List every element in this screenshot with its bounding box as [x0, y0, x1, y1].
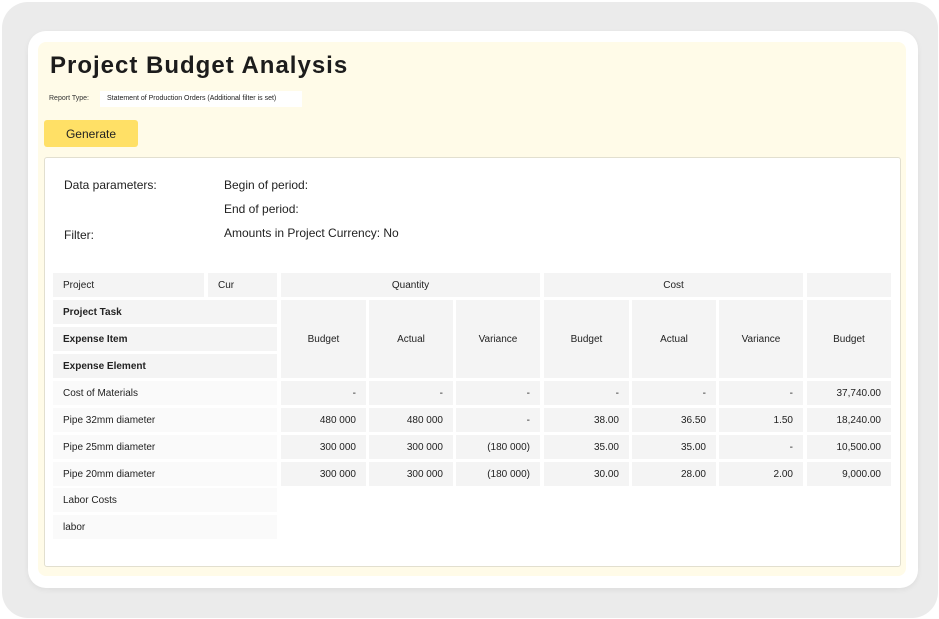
header-currency: Cur — [208, 273, 277, 297]
cell-cost-variance: 2.00 — [719, 462, 803, 486]
page-title: Project Budget Analysis — [50, 52, 349, 79]
cell-cost-budget: 30.00 — [544, 462, 629, 486]
cell-total-budget: 37,740.00 — [807, 381, 891, 405]
header-cost-budget: Budget — [544, 300, 629, 378]
cell-total-budget: 18,240.00 — [807, 408, 891, 432]
row-label: Pipe 32mm diameter — [53, 408, 277, 432]
cell-quantity-actual: 480 000 — [369, 408, 453, 432]
cell-cost-budget: 35.00 — [544, 435, 629, 459]
header-cost-variance: Variance — [719, 300, 803, 378]
cell-quantity-variance: - — [456, 408, 540, 432]
cell-quantity-actual: 300 000 — [369, 462, 453, 486]
filter-label: Filter: — [64, 228, 94, 242]
cell-quantity-variance: (180 000) — [456, 435, 540, 459]
cell-quantity-budget: 300 000 — [281, 462, 366, 486]
header-quantity: Quantity — [281, 273, 540, 297]
header-cost-actual: Actual — [632, 300, 716, 378]
row-label: labor — [53, 515, 277, 539]
cell-cost-actual: 36.50 — [632, 408, 716, 432]
begin-of-period-label: Begin of period: — [224, 178, 309, 192]
header-extra — [807, 273, 891, 297]
cell-total-budget: 10,500.00 — [807, 435, 891, 459]
cell-quantity-budget: 480 000 — [281, 408, 366, 432]
header-project: Project — [53, 273, 204, 297]
header-total-budget: Budget — [807, 300, 891, 378]
header-expense-element: Expense Element — [53, 354, 277, 378]
cell-cost-budget: 38.00 — [544, 408, 629, 432]
header-quantity-variance: Variance — [456, 300, 540, 378]
row-label: Pipe 20mm diameter — [53, 462, 277, 486]
row-label: Cost of Materials — [53, 381, 277, 405]
amounts-currency-label: Amounts in Project Currency: No — [224, 226, 399, 240]
data-parameters-label: Data parameters: — [64, 178, 157, 192]
cell-cost-actual: 28.00 — [632, 462, 716, 486]
report-type-field[interactable]: Statement of Production Orders (Addition… — [100, 91, 302, 107]
header-quantity-budget: Budget — [281, 300, 366, 378]
cell-cost-variance: - — [719, 435, 803, 459]
cell-cost-variance: - — [719, 381, 803, 405]
row-label: Labor Costs — [53, 488, 277, 512]
cell-quantity-variance: (180 000) — [456, 462, 540, 486]
generate-button[interactable]: Generate — [44, 120, 138, 147]
cell-cost-actual: 35.00 — [632, 435, 716, 459]
cell-quantity-actual: 300 000 — [369, 435, 453, 459]
cell-quantity-budget: 300 000 — [281, 435, 366, 459]
header-cost: Cost — [544, 273, 803, 297]
end-of-period-label: End of period: — [224, 202, 299, 216]
header-expense-item: Expense Item — [53, 327, 277, 351]
cell-quantity-budget: - — [281, 381, 366, 405]
cell-quantity-actual: - — [369, 381, 453, 405]
cell-cost-actual: - — [632, 381, 716, 405]
cell-cost-variance: 1.50 — [719, 408, 803, 432]
row-label: Pipe 25mm diameter — [53, 435, 277, 459]
header-project-task: Project Task — [53, 300, 277, 324]
cell-cost-budget: - — [544, 381, 629, 405]
cell-total-budget: 9,000.00 — [807, 462, 891, 486]
cell-quantity-variance: - — [456, 381, 540, 405]
report-type-label: Report Type: — [49, 95, 89, 102]
header-quantity-actual: Actual — [369, 300, 453, 378]
